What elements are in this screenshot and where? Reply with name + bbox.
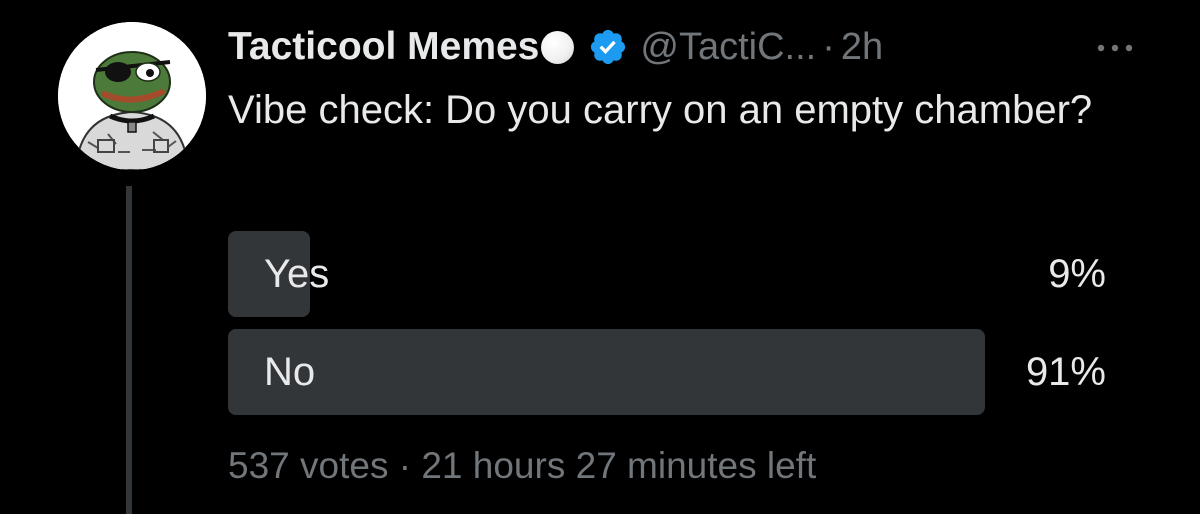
poll-option-percent: 9% [1048, 252, 1106, 296]
poll-option-label: No [264, 350, 316, 394]
tweet-header: Tacticool Memes @TactiC... · 2h [228, 22, 883, 72]
more-options-icon[interactable] [1093, 36, 1137, 60]
tweet-timestamp[interactable]: 2h [841, 26, 883, 69]
poll-option-yes[interactable]: Yes 9% [228, 231, 1108, 317]
header-separator: · [822, 25, 835, 68]
poll-time-left: 21 hours 27 minutes left [421, 445, 817, 486]
moon-emoji-icon [541, 30, 575, 64]
poll-option-label: Yes [264, 252, 330, 296]
poll-result-bar [228, 329, 985, 415]
verified-badge-icon[interactable] [588, 27, 628, 67]
tweet-text: Vibe check: Do you carry on an empty cha… [228, 88, 1093, 132]
avatar[interactable] [58, 22, 206, 170]
poll-footer: 537 votes · 21 hours 27 minutes left [228, 442, 816, 490]
author-display-name[interactable]: Tacticool Memes [228, 25, 539, 69]
author-handle[interactable]: @TactiC... [640, 26, 816, 69]
thread-line [126, 186, 132, 514]
pepe-avatar-icon [58, 22, 206, 170]
poll-option-percent: 91% [1025, 350, 1106, 394]
poll-option-no[interactable]: No 91% [228, 329, 1108, 415]
poll-footer-separator: · [398, 445, 412, 486]
poll-vote-count: 537 votes [228, 445, 389, 486]
